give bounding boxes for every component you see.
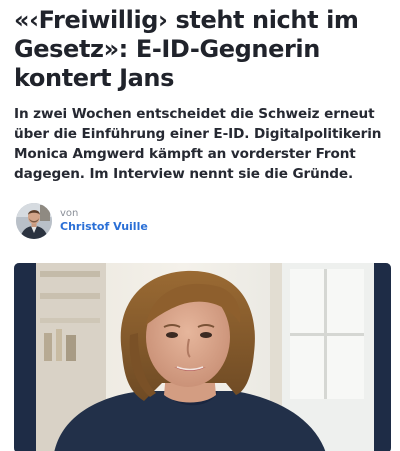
- person-photo-icon: [16, 203, 52, 239]
- byline-prefix: von: [60, 208, 79, 219]
- article: «‹Freiwillig› steht nicht im Gesetz»: E-…: [0, 0, 400, 451]
- article-headline: «‹Freiwillig› steht nicht im Gesetz»: E-…: [14, 6, 359, 92]
- woman-portrait-photo: [14, 263, 391, 451]
- byline: von Christof Vuille: [16, 201, 148, 241]
- article-lead: In zwei Wochen entscheidet die Schweiz e…: [14, 106, 382, 182]
- byline-text: von Christof Vuille: [60, 208, 148, 234]
- author-link[interactable]: Christof Vuille: [60, 220, 148, 234]
- author-avatar[interactable]: [16, 203, 52, 239]
- hero-image[interactable]: [14, 263, 391, 451]
